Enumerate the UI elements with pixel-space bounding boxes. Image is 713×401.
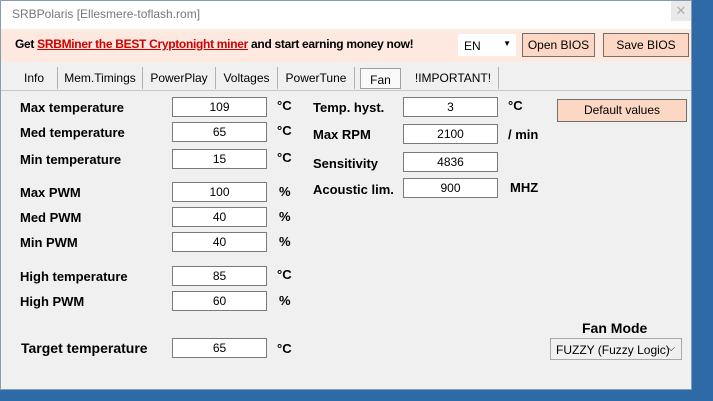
fan-mode-value: FUZZY (Fuzzy Logic): [556, 343, 670, 357]
banner-text: Get SRBMiner the BEST Cryptonight miner …: [15, 37, 414, 51]
min-temperature-label: Min temperature: [20, 152, 122, 167]
high-temperature-unit: °C: [277, 267, 292, 282]
med-pwm-label: Med PWM: [20, 210, 82, 225]
banner-suffix: and start earning money now!: [248, 37, 414, 51]
min-temperature-input[interactable]: 15: [172, 149, 267, 169]
temp-hyst-label: Temp. hyst.: [313, 100, 385, 115]
temp-hyst-input[interactable]: 3: [403, 97, 498, 117]
save-bios-button[interactable]: Save BIOS: [603, 33, 689, 57]
high-pwm-unit: %: [279, 293, 291, 308]
max-pwm-input[interactable]: 100: [172, 182, 267, 202]
temp-hyst-unit: °C: [508, 98, 523, 113]
max-pwm-label: Max PWM: [20, 185, 81, 200]
med-temperature-unit: °C: [277, 123, 292, 138]
med-pwm-input[interactable]: 40: [172, 207, 267, 227]
high-temperature-input[interactable]: 85: [172, 266, 267, 286]
close-icon[interactable]: ✕: [671, 1, 691, 21]
med-temperature-input[interactable]: 65: [172, 122, 267, 142]
acoustic-lim-input[interactable]: 900: [403, 178, 498, 198]
max-rpm-input[interactable]: 2100: [403, 124, 498, 144]
chevron-down-icon: ⌵: [667, 343, 675, 354]
tab-mem-timings[interactable]: Mem.Timings: [58, 67, 143, 89]
max-temperature-input[interactable]: 109: [172, 97, 267, 117]
med-temperature-label: Med temperature: [20, 125, 125, 140]
tab-bar: Info Mem.Timings PowerPlay Voltages Powe…: [1, 67, 691, 91]
max-temperature-unit: °C: [277, 98, 292, 113]
title-bar: SRBPolaris [Ellesmere-toflash.rom] ✕: [1, 1, 691, 30]
max-rpm-unit: / min: [508, 127, 539, 142]
language-select[interactable]: EN ▼: [458, 34, 516, 56]
high-pwm-label: High PWM: [20, 294, 85, 309]
banner-prefix: Get: [15, 37, 38, 51]
min-pwm-label: Min PWM: [20, 235, 78, 250]
acoustic-lim-unit: MHZ: [510, 180, 539, 195]
tab-fan[interactable]: Fan: [360, 68, 401, 89]
min-temperature-unit: °C: [277, 150, 292, 165]
max-temperature-label: Max temperature: [20, 100, 125, 115]
tab-powerplay[interactable]: PowerPlay: [143, 67, 216, 89]
tab-info[interactable]: Info: [11, 67, 58, 89]
fan-mode-label: Fan Mode: [582, 320, 648, 336]
fan-mode-select[interactable]: FUZZY (Fuzzy Logic) ⌵: [550, 338, 682, 360]
tab-divider: [1, 90, 691, 91]
max-rpm-label: Max RPM: [313, 127, 371, 142]
tab-voltages[interactable]: Voltages: [216, 67, 278, 89]
chevron-down-icon: ▼: [503, 39, 511, 48]
med-pwm-unit: %: [279, 209, 291, 224]
sensitivity-input[interactable]: 4836: [403, 152, 498, 172]
sensitivity-label: Sensitivity: [313, 156, 379, 171]
target-temperature-input[interactable]: 65: [172, 338, 267, 358]
high-temperature-label: High temperature: [20, 269, 128, 284]
open-bios-button[interactable]: Open BIOS: [522, 33, 595, 57]
high-pwm-input[interactable]: 60: [172, 291, 267, 311]
main-window: SRBPolaris [Ellesmere-toflash.rom] ✕ Get…: [0, 0, 692, 390]
language-value: EN: [464, 39, 481, 53]
max-pwm-unit: %: [279, 184, 291, 199]
tab-powertune[interactable]: PowerTune: [278, 67, 355, 89]
target-temperature-unit: °C: [277, 341, 292, 356]
acoustic-lim-label: Acoustic lim.: [313, 182, 394, 197]
tab-important[interactable]: !IMPORTANT!: [408, 67, 499, 89]
window-title: SRBPolaris [Ellesmere-toflash.rom]: [12, 7, 201, 21]
default-values-button[interactable]: Default values: [557, 99, 687, 122]
min-pwm-input[interactable]: 40: [172, 232, 267, 252]
banner-link[interactable]: SRBMiner the BEST Cryptonight miner: [37, 37, 248, 51]
min-pwm-unit: %: [279, 234, 291, 249]
target-temperature-label: Target temperature: [21, 340, 148, 356]
